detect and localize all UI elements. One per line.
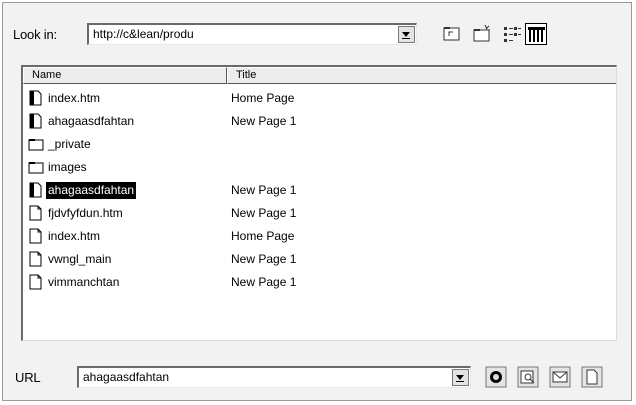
file-list[interactable]: Name Title index.htm Home Page ahagaasdfah… <box>21 65 617 341</box>
look-in-dropdown-button[interactable] <box>398 26 415 43</box>
page-icon <box>28 182 44 198</box>
file-title: New Page 1 <box>231 275 297 289</box>
file-name: ahagaasdfahtan <box>46 182 137 199</box>
file-title: New Page 1 <box>231 114 297 128</box>
file-title: New Page 1 <box>231 183 297 197</box>
column-header-title[interactable]: Title <box>227 67 616 84</box>
file-name: index.htm <box>48 229 101 243</box>
list-item[interactable]: vimmanchtan New Page 1 <box>23 271 616 294</box>
list-item[interactable]: images <box>23 156 616 179</box>
page-icon <box>28 274 44 290</box>
file-name: images <box>48 160 87 174</box>
browse-web-icon[interactable] <box>485 366 507 388</box>
file-name: ahagaasdfahtan <box>48 114 135 128</box>
details-view-icon[interactable] <box>525 23 547 45</box>
file-title: Home Page <box>231 229 295 243</box>
new-folder-icon[interactable] <box>471 23 493 45</box>
page-icon <box>28 205 44 221</box>
file-name: fjdvfyfdun.htm <box>48 206 123 220</box>
look-in-combo[interactable]: http://c&lean/produ <box>87 23 417 45</box>
list-item[interactable]: fjdvfyfdun.htm New Page 1 <box>23 202 616 225</box>
page-icon <box>28 113 44 129</box>
file-title: New Page 1 <box>231 252 297 266</box>
list-item[interactable]: index.htm Home Page <box>23 225 616 248</box>
file-name: vwngl_main <box>48 252 112 266</box>
folder-icon <box>28 159 44 175</box>
page-icon <box>28 228 44 244</box>
url-dropdown-button[interactable] <box>452 369 469 386</box>
new-page-icon[interactable] <box>581 366 603 388</box>
url-value: ahagaasdfahtan <box>83 370 170 384</box>
list-view-icon[interactable] <box>501 23 523 45</box>
email-icon[interactable] <box>549 366 571 388</box>
file-title: Home Page <box>231 91 295 105</box>
column-header-name[interactable]: Name <box>23 67 227 84</box>
look-in-value: http://c&lean/produ <box>93 27 194 41</box>
list-header: Name Title <box>23 67 616 84</box>
dialog-frame: Look in: http://c&lean/produ Name Title … <box>2 2 632 401</box>
list-item[interactable]: vwngl_main New Page 1 <box>23 248 616 271</box>
list-item[interactable]: index.htm Home Page <box>23 87 616 110</box>
url-combo[interactable]: ahagaasdfahtan <box>77 366 471 388</box>
up-folder-icon[interactable] <box>441 23 463 45</box>
file-title: New Page 1 <box>231 206 297 220</box>
list-item[interactable]: ahagaasdfahtan New Page 1 <box>23 110 616 133</box>
page-icon <box>28 251 44 267</box>
look-in-label: Look in: <box>13 27 57 42</box>
file-name: vimmanchtan <box>48 275 120 289</box>
file-name: index.htm <box>48 91 101 105</box>
list-item[interactable]: ahagaasdfahtan New Page 1 <box>23 179 616 202</box>
list-item[interactable]: _private <box>23 133 616 156</box>
url-label: URL <box>15 370 41 385</box>
page-icon <box>28 90 44 106</box>
browse-folder-icon[interactable] <box>517 366 539 388</box>
file-name: _private <box>48 137 91 151</box>
folder-icon <box>28 136 44 152</box>
